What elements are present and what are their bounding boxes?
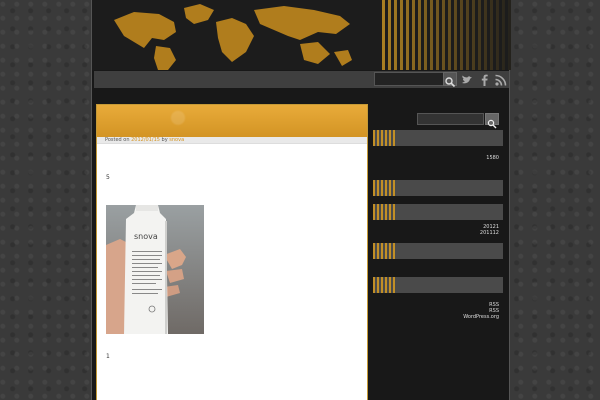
widget-title-bar [373,277,503,293]
nav-search-button[interactable] [443,72,457,88]
post-meta: Posted on 2012/01/15 by snova [97,137,367,144]
posted-on-label: Posted on [105,137,130,143]
rss-icon [495,74,507,86]
post-paragraph: 1 [106,353,110,360]
post-content: 5 snova 1 [97,144,367,400]
widget-title-bar [373,243,503,259]
site-header [92,0,511,70]
post-date-link[interactable]: 2012/01/15 [131,137,160,143]
post-article: Posted on 2012/01/15 by snova 5 snova 1 [96,104,368,400]
widget-title-bar [373,204,503,220]
widget-title-bar [373,130,503,146]
post-paragraph: 5 [106,174,110,181]
nav-search-input[interactable] [374,72,444,86]
twitter-link[interactable] [460,72,474,86]
post-image[interactable]: snova [106,205,204,334]
sidebar-search-input[interactable] [417,113,484,125]
search-icon [487,119,497,129]
sidebar-search-button[interactable] [485,113,499,129]
world-map-logo[interactable] [104,2,356,70]
sidebar-count: 1580 [486,155,499,161]
rss-link[interactable] [494,72,508,86]
nav-bar [94,71,509,88]
archive-link[interactable]: 201112 [480,230,499,236]
page-container: Posted on 2012/01/15 by snova 5 snova 1 … [91,0,511,400]
twitter-icon [462,75,472,84]
facebook-icon [481,74,488,86]
widget-title-bar [373,180,503,196]
by-label: by [161,137,168,143]
search-icon [445,77,456,88]
post-title-bar [97,105,367,137]
facebook-link[interactable] [478,72,492,86]
header-stripes [382,0,511,70]
photo-brand-text: snova [134,232,158,241]
meta-link[interactable]: WordPress.org [463,314,499,320]
post-author-link[interactable]: snova [169,137,184,143]
